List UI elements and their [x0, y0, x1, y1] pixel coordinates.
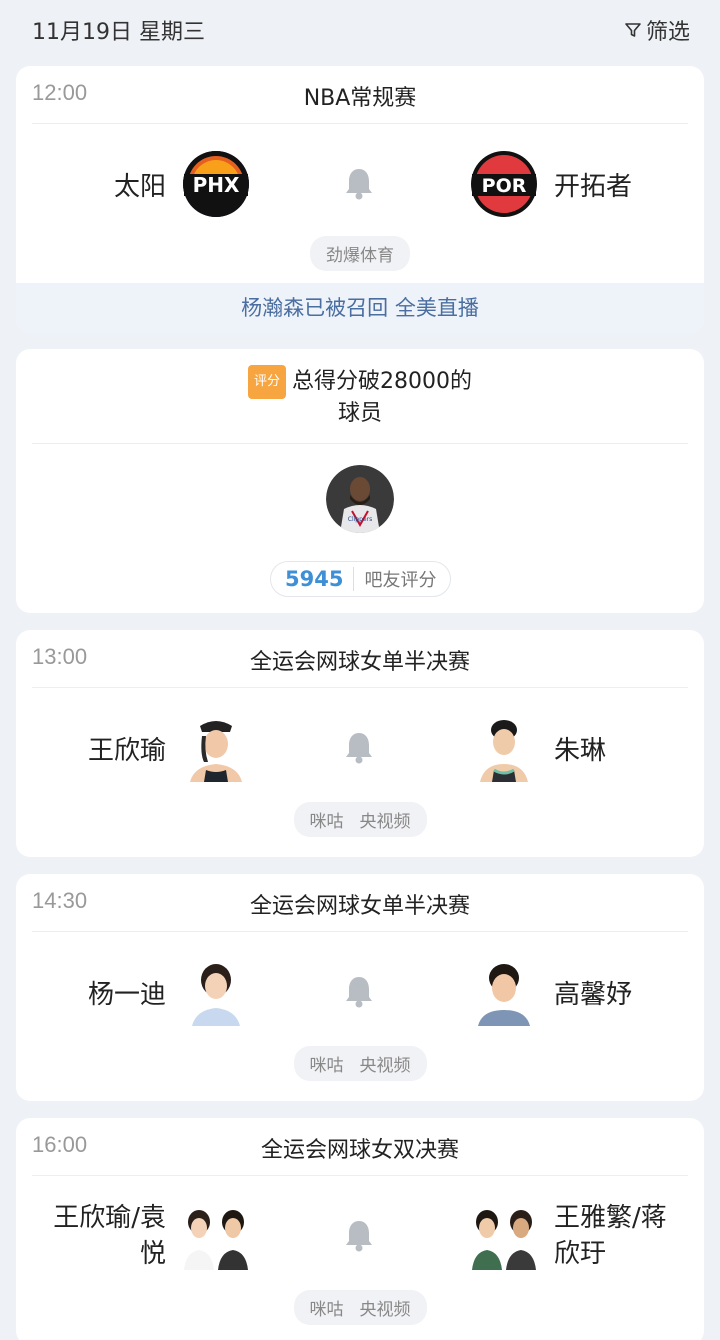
score-value: 5945: [285, 567, 355, 591]
home-pair-name-line2: 悦: [139, 1239, 166, 1269]
channel-list: 劲爆体育: [16, 236, 704, 271]
channel-chip[interactable]: 央视频: [360, 1295, 411, 1320]
channel-list: 咪咕 央视频: [16, 1046, 704, 1081]
home-team-name: 太阳: [113, 172, 166, 202]
bell-icon[interactable]: [342, 730, 376, 766]
away-team-name: 开拓者: [554, 172, 633, 202]
divider: [32, 443, 688, 444]
channel-chip[interactable]: 央视频: [360, 807, 411, 832]
channel-chip[interactable]: 咪咕: [310, 807, 344, 832]
channel-chip[interactable]: 咪咕: [310, 1295, 344, 1320]
match-title: 全运会网球女双决赛: [260, 1138, 459, 1163]
filter-icon: [625, 23, 641, 37]
bell-icon[interactable]: [342, 974, 376, 1010]
channel-chip[interactable]: 劲爆体育: [326, 241, 394, 266]
home-player-name: 杨一迪: [87, 980, 166, 1010]
rating-title-line2: 球员: [337, 401, 382, 426]
match-card[interactable]: 13:00 全运会网球女单半决赛 王欣瑜 朱琳 咪咕 央视频: [16, 630, 704, 857]
card-header: 12:00 NBA常规赛: [32, 66, 688, 124]
home-pair-name: 王欣瑜/袁 悦: [53, 1200, 166, 1272]
channel-list: 咪咕 央视频: [16, 802, 704, 837]
away-pair-name: 王雅繁/蒋 欣玗: [554, 1200, 667, 1272]
match-row: 太阳 PHX POR 开拓者: [16, 124, 704, 244]
rating-card[interactable]: 评分 总得分破28000的 球员 Clippers 5945 吧友评分: [16, 349, 704, 613]
svg-text:PHX: PHX: [193, 173, 240, 197]
card-header: 13:00 全运会网球女单半决赛: [32, 630, 688, 688]
match-title: 全运会网球女单半决赛: [249, 650, 470, 675]
player-photo: [182, 714, 250, 782]
bell-icon[interactable]: [342, 166, 376, 202]
away-pair-name-line1: 王雅繁/蒋: [554, 1203, 667, 1233]
rating-title-line1: 总得分破28000的: [292, 369, 472, 394]
channel-list: 咪咕 央视频: [16, 1290, 704, 1325]
rating-tag: 评分: [247, 365, 286, 399]
channel-chip[interactable]: 咪咕: [310, 1051, 344, 1076]
svg-text:Clippers: Clippers: [348, 516, 372, 523]
home-player-name: 王欣瑜: [87, 736, 166, 766]
away-player-name: 高馨妤: [554, 980, 633, 1010]
channel-chip[interactable]: 央视频: [360, 1051, 411, 1076]
player-photo: [182, 958, 250, 1026]
match-card-nba[interactable]: 12:00 NBA常规赛 太阳 PHX POR 开拓者 劲爆体育 杨瀚森已被召回…: [16, 66, 704, 333]
blazers-logo: POR: [471, 151, 537, 217]
score-pill[interactable]: 5945 吧友评分: [270, 561, 452, 597]
score-label: 吧友评分: [364, 570, 437, 591]
filter-label: 筛选: [645, 20, 690, 45]
match-row: 王欣瑜/袁 悦 王雅繁/蒋 欣玗: [16, 1176, 704, 1296]
match-card[interactable]: 14:30 全运会网球女单半决赛 杨一迪 高馨妤 咪咕 央视频: [16, 874, 704, 1101]
away-pair-name-line2: 欣玗: [554, 1239, 607, 1269]
svg-text:POR: POR: [482, 175, 527, 197]
match-card[interactable]: 16:00 全运会网球女双决赛 王欣瑜/袁 悦 王雅繁/蒋 欣玗 咪咕 央视频: [16, 1118, 704, 1340]
card-header: 14:30 全运会网球女单半决赛: [32, 874, 688, 932]
away-player-name: 朱琳: [554, 736, 607, 766]
player-photo: [470, 714, 538, 782]
card-header: 16:00 全运会网球女双决赛: [32, 1118, 688, 1176]
player-photo: [470, 958, 538, 1026]
news-banner[interactable]: 杨瀚森已被召回 全美直播: [16, 283, 704, 333]
rating-title: 评分 总得分破28000的 球员: [16, 349, 704, 429]
pair-photo: [470, 1202, 538, 1270]
pair-photo: [182, 1202, 250, 1270]
filter-button[interactable]: 筛选: [624, 14, 690, 46]
top-bar: 11月19日 星期三 筛选: [0, 0, 720, 60]
suns-logo: PHX: [183, 151, 249, 217]
match-title: NBA常规赛: [303, 86, 417, 111]
home-pair-name-line1: 王欣瑜/袁: [53, 1203, 166, 1233]
match-row: 杨一迪 高馨妤: [16, 932, 704, 1052]
date-label: 11月19日 星期三: [32, 20, 205, 45]
player-avatar[interactable]: Clippers: [326, 465, 394, 533]
match-title: 全运会网球女单半决赛: [249, 894, 470, 919]
bell-icon[interactable]: [342, 1218, 376, 1254]
match-row: 王欣瑜 朱琳: [16, 688, 704, 808]
